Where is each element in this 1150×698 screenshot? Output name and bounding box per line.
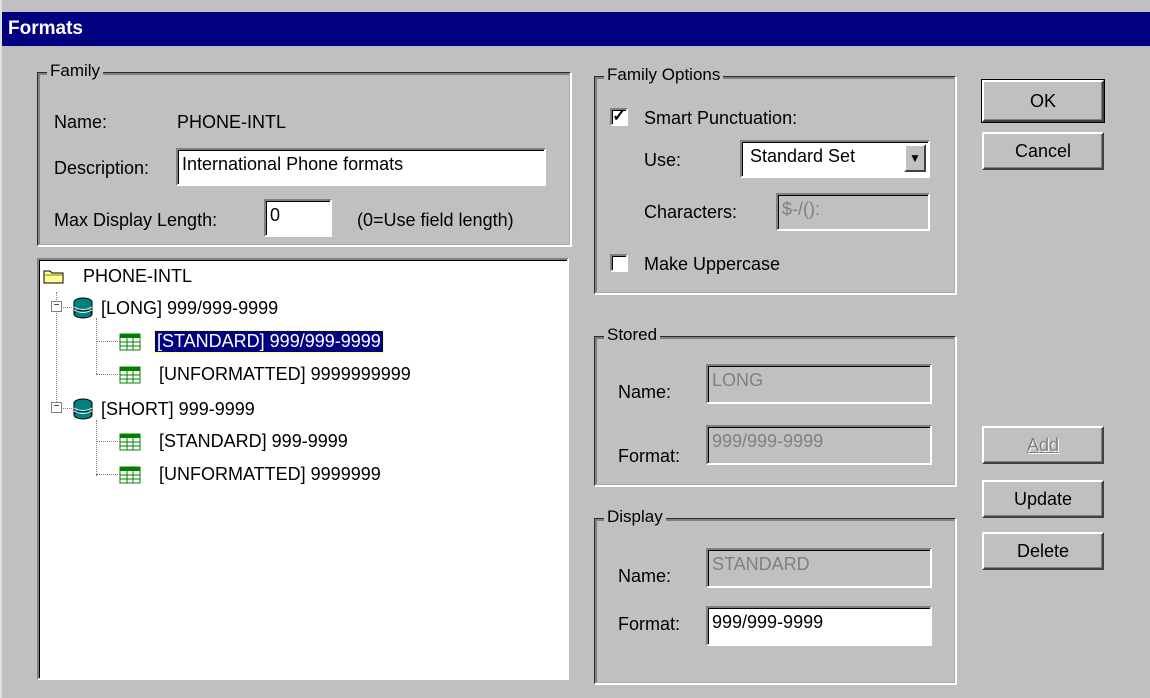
- characters-input[interactable]: $-/():: [776, 193, 930, 231]
- tree-root-label[interactable]: PHONE-INTL: [83, 266, 192, 287]
- collapse-long-toggle[interactable]: −: [51, 301, 62, 312]
- stored-format-label: Format:: [618, 446, 681, 466]
- stored-format-input[interactable]: 999/999-9999: [706, 425, 932, 465]
- family-name-label: Name:: [54, 112, 108, 132]
- display-name-input[interactable]: STANDARD: [706, 548, 932, 588]
- window-title: Formats: [8, 18, 83, 39]
- grid-icon: [119, 366, 141, 384]
- family-name-value: PHONE-INTL: [177, 112, 287, 132]
- characters-label: Characters:: [644, 202, 738, 222]
- database-icon: [73, 297, 93, 319]
- max-display-length-label: Max Display Length:: [54, 210, 218, 230]
- tree-line: [96, 318, 97, 374]
- use-label: Use:: [644, 150, 682, 170]
- family-options-group-label: Family Options: [604, 65, 724, 85]
- chevron-down-icon[interactable]: ▼: [904, 144, 926, 172]
- tree-item-short-standard[interactable]: [STANDARD] 999-9999: [159, 431, 348, 452]
- display-format-label: Format:: [618, 614, 681, 634]
- cancel-button[interactable]: Cancel: [982, 132, 1104, 170]
- display-format-input[interactable]: 999/999-9999: [706, 606, 932, 646]
- description-label: Description:: [54, 158, 150, 178]
- smart-punctuation-label: Smart Punctuation:: [644, 108, 798, 128]
- formats-dialog: Formats Family Name: PHONE-INTL Descript…: [0, 0, 1150, 698]
- collapse-short-toggle[interactable]: −: [51, 402, 62, 413]
- tree-line: [96, 420, 97, 476]
- stored-name-label: Name:: [618, 382, 672, 402]
- tree-line: [96, 474, 118, 475]
- formats-tree[interactable]: PHONE-INTL − [LONG] 999/999-9999 [STANDA…: [37, 258, 569, 680]
- title-bar: Formats: [2, 12, 1150, 46]
- max-length-hint: (0=Use field length): [357, 210, 514, 230]
- tree-item-long-standard[interactable]: [STANDARD] 999/999-9999: [154, 330, 384, 353]
- make-uppercase-checkbox[interactable]: [610, 254, 628, 272]
- display-group: Display: [594, 507, 956, 684]
- grid-icon: [119, 466, 141, 484]
- ok-button[interactable]: OK: [981, 79, 1105, 123]
- description-input[interactable]: International Phone formats: [176, 148, 546, 186]
- display-name-label: Name:: [618, 566, 672, 586]
- delete-button[interactable]: Delete: [982, 532, 1104, 570]
- tree-item-short-unformatted[interactable]: [UNFORMATTED] 9999999: [159, 464, 381, 485]
- tree-line: [96, 441, 118, 442]
- stored-name-input[interactable]: LONG: [706, 364, 932, 404]
- tree-item-long-unformatted[interactable]: [UNFORMATTED] 9999999999: [159, 364, 411, 385]
- grid-icon: [119, 333, 141, 351]
- display-group-label: Display: [604, 507, 666, 527]
- family-group-label: Family: [47, 61, 104, 81]
- update-button[interactable]: Update: [982, 480, 1104, 518]
- add-button[interactable]: Add: [982, 426, 1104, 464]
- tree-line: [96, 374, 118, 375]
- folder-icon: [43, 270, 64, 284]
- make-uppercase-label: Make Uppercase: [644, 254, 781, 274]
- tree-line: [96, 341, 118, 342]
- tree-group-long[interactable]: [LONG] 999/999-9999: [101, 298, 278, 319]
- grid-icon: [119, 433, 141, 451]
- database-icon: [73, 398, 93, 420]
- max-display-length-input[interactable]: 0: [264, 199, 332, 237]
- stored-group-label: Stored: [604, 325, 661, 345]
- smart-punctuation-checkbox[interactable]: ✓: [610, 108, 628, 126]
- tree-group-short[interactable]: [SHORT] 999-9999: [101, 399, 255, 420]
- use-select[interactable]: Standard Set ▼: [740, 140, 930, 178]
- use-select-value: Standard Set: [750, 146, 856, 166]
